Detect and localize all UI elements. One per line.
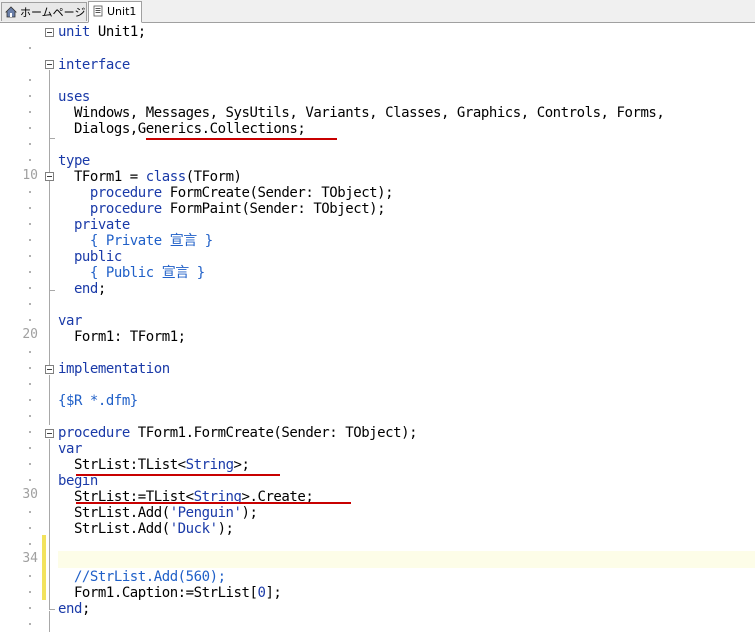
fold-end xyxy=(49,609,55,610)
code-line: end; xyxy=(58,281,106,297)
code-line: Dialogs,Generics.Collections; xyxy=(58,121,306,137)
annotation-underline xyxy=(76,502,351,504)
line-number: 30 xyxy=(22,487,38,502)
code-line: StrList.Add('Duck'); xyxy=(58,521,234,537)
fold-line xyxy=(49,439,50,609)
code-line: Windows, Messages, SysUtils, Variants, C… xyxy=(58,105,665,121)
code-line: var xyxy=(58,441,82,457)
fold-line xyxy=(49,182,50,290)
current-line-highlight xyxy=(58,551,755,568)
code-line: interface xyxy=(58,57,130,73)
code-comment: { Private 宣言 } xyxy=(58,233,213,249)
code-line: unit Unit1; xyxy=(58,24,146,40)
fold-toggle[interactable] xyxy=(45,28,54,37)
code-line: StrList.Add('Penguin'); xyxy=(58,505,258,521)
fold-toggle[interactable] xyxy=(45,172,54,181)
line-number: 10 xyxy=(22,168,38,183)
fold-line xyxy=(49,90,50,138)
code-comment: { Public 宣言 } xyxy=(58,265,205,281)
code-line: end; xyxy=(58,601,90,617)
tab-unit1[interactable]: Unit1 xyxy=(88,1,142,23)
code-line: procedure FormPaint(Sender: TObject); xyxy=(58,201,386,217)
annotation-underline xyxy=(76,474,280,476)
document-icon xyxy=(93,5,103,17)
code-line: procedure TForm1.FormCreate(Sender: TObj… xyxy=(58,425,418,441)
annotation-underline xyxy=(146,138,337,140)
code-line: Form1.Caption:=StrList[0]; xyxy=(58,585,282,601)
modified-line-marker xyxy=(42,551,46,600)
fold-line xyxy=(49,314,50,344)
code-line: public xyxy=(58,249,122,265)
code-line: procedure FormCreate(Sender: TObject); xyxy=(58,185,394,201)
line-number: 34 xyxy=(22,551,38,566)
home-icon xyxy=(5,6,17,18)
fold-line xyxy=(49,611,50,632)
code-comment: //StrList.Add(560); xyxy=(58,569,226,585)
fold-line xyxy=(49,375,50,425)
code-line: Form1: TForm1; xyxy=(58,329,186,345)
line-number: 20 xyxy=(22,327,38,342)
modified-line-marker xyxy=(42,535,46,552)
fold-toggle[interactable] xyxy=(45,429,54,438)
fold-toggle[interactable] xyxy=(45,365,54,374)
tab-label: ホームページ xyxy=(20,6,86,19)
fold-end xyxy=(49,290,55,291)
code-line: uses xyxy=(58,89,90,105)
tab-label: Unit1 xyxy=(107,5,137,18)
code-line: type xyxy=(58,153,90,169)
code-line: private xyxy=(58,217,130,233)
fold-toggle[interactable] xyxy=(45,60,54,69)
code-line: TForm1 = class(TForm) xyxy=(58,169,242,185)
tab-home-page[interactable]: ホームページ xyxy=(1,2,87,21)
editor-tab-bar: ホームページ Unit1 xyxy=(0,0,755,23)
fold-end xyxy=(49,138,55,139)
code-line: implementation xyxy=(58,361,170,377)
code-line: var xyxy=(58,313,82,329)
code-directive: {$R *.dfm} xyxy=(58,393,138,409)
code-line: StrList:TList<String>; xyxy=(58,457,250,473)
